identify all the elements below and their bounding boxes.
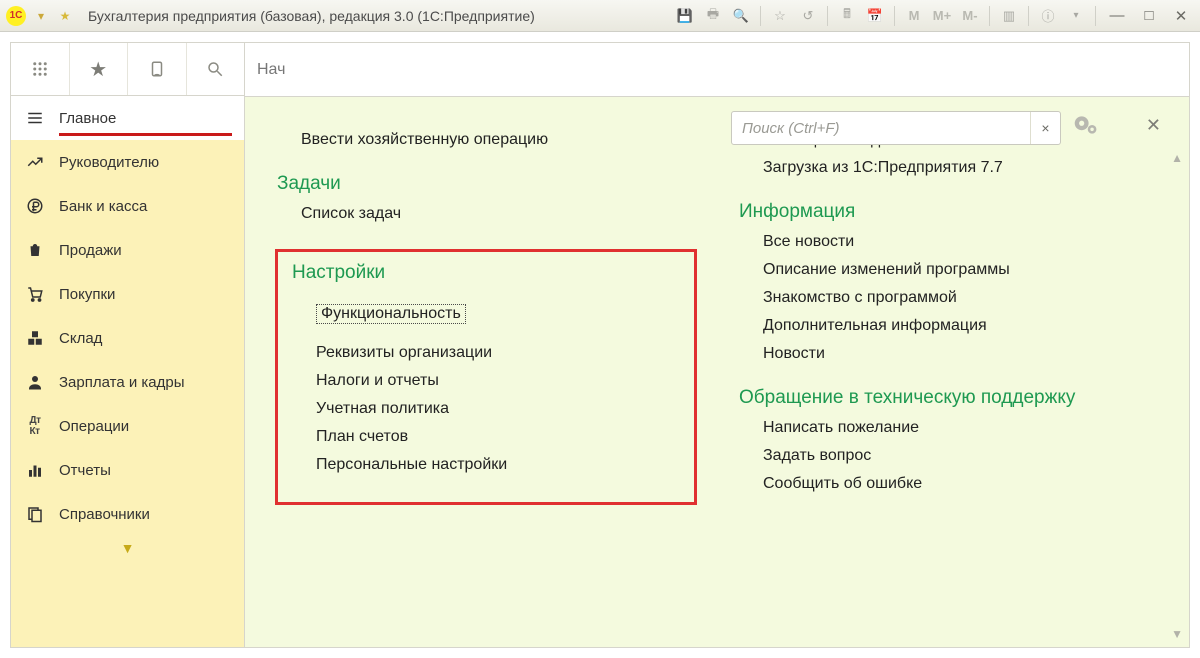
sidebar-item-label: Склад	[59, 330, 102, 347]
link-intro[interactable]: Знакомство с программой	[763, 289, 1159, 307]
person-icon	[25, 373, 45, 391]
sidebar-item-label: Покупки	[59, 286, 115, 303]
info-icon[interactable]: ⓘ	[1037, 5, 1059, 27]
sidebar-item-reports[interactable]: Отчеты	[11, 448, 244, 492]
star-small-icon[interactable]: ★	[56, 7, 74, 25]
content-body: × ✕ ▲ ▼ Ввести хозяйственную операцию За…	[245, 97, 1189, 647]
menu-lines-icon	[25, 109, 45, 127]
sidebar-item-salary[interactable]: Зарплата и кадры	[11, 360, 244, 404]
link-news[interactable]: Новости	[763, 345, 1159, 363]
search-input[interactable]	[732, 120, 1030, 137]
content-column-left: Ввести хозяйственную операцию Задачи Спи…	[275, 97, 697, 637]
section-support: Обращение в техническую поддержку	[739, 387, 1159, 409]
calendar-icon[interactable]: 📅	[864, 5, 886, 27]
settings-highlight-frame: Настройки Функциональность Реквизиты орг…	[275, 249, 697, 505]
link-chart-accounts[interactable]: План счетов	[316, 428, 664, 446]
link-functionality[interactable]: Функциональность	[316, 304, 466, 324]
sidebar-item-purchase[interactable]: Покупки	[11, 272, 244, 316]
help-dropdown-icon[interactable]: ▾	[1065, 5, 1087, 27]
search-clear-icon[interactable]: ×	[1030, 112, 1060, 144]
link-personal-settings[interactable]: Персональные настройки	[316, 456, 664, 474]
sidebar: ★ Главное Руководителю	[10, 42, 245, 648]
nav-list: Главное Руководителю Банк и касса Продаж…	[10, 96, 245, 648]
history-icon[interactable]	[128, 43, 187, 95]
sidebar-item-manager[interactable]: Руководителю	[11, 140, 244, 184]
calculator-icon[interactable]: 🖩	[836, 5, 858, 27]
sidebar-item-label: Операции	[59, 418, 129, 435]
bars-icon	[25, 461, 45, 479]
link-enter-operation[interactable]: Ввести хозяйственную операцию	[301, 131, 697, 149]
link-extra-info[interactable]: Дополнительная информация	[763, 317, 1159, 335]
search-box: ×	[731, 111, 1061, 145]
section-settings: Настройки	[292, 262, 664, 284]
app-logo-icon: 1С	[6, 6, 26, 26]
search-icon[interactable]	[187, 43, 245, 95]
folders-icon	[25, 505, 45, 523]
sidebar-item-label: Продажи	[59, 242, 122, 259]
favorite-star-icon[interactable]: ☆	[769, 5, 791, 27]
sidebar-item-label: Справочники	[59, 506, 150, 523]
apps-grid-icon[interactable]	[11, 43, 70, 95]
link-wish[interactable]: Написать пожелание	[763, 419, 1159, 437]
link-changes[interactable]: Описание изменений программы	[763, 261, 1159, 279]
link-all-news[interactable]: Все новости	[763, 233, 1159, 251]
sidebar-item-bank[interactable]: Банк и касса	[11, 184, 244, 228]
print-icon[interactable]: 🖶	[702, 5, 724, 27]
save-icon[interactable]: 💾	[674, 5, 696, 27]
tabbar: Нач	[245, 43, 1189, 97]
link-bug[interactable]: Сообщить об ошибке	[763, 475, 1159, 493]
link-import-77[interactable]: Загрузка из 1С:Предприятия 7.7	[763, 159, 1159, 177]
sidebar-item-warehouse[interactable]: Склад	[11, 316, 244, 360]
ruble-icon	[25, 197, 45, 215]
section-tasks: Задачи	[277, 173, 697, 195]
bag-icon	[25, 241, 45, 259]
star-icon[interactable]: ★	[70, 43, 129, 95]
panel-layout-icon[interactable]: ▥	[998, 5, 1020, 27]
sidebar-item-operations[interactable]: ДтКт Операции	[11, 404, 244, 448]
sidebar-item-main[interactable]: Главное	[11, 96, 244, 140]
sidebar-item-label: Отчеты	[59, 462, 111, 479]
scroll-up-icon[interactable]: ▲	[1171, 151, 1183, 165]
chart-up-icon	[25, 153, 45, 171]
link-question[interactable]: Задать вопрос	[763, 447, 1159, 465]
sidebar-toolbar: ★	[10, 42, 245, 96]
mem-m-button[interactable]: M	[903, 5, 925, 27]
gear-icon[interactable]	[1073, 114, 1099, 142]
sidebar-item-sales[interactable]: Продажи	[11, 228, 244, 272]
sidebar-item-label: Банк и касса	[59, 198, 147, 215]
sidebar-item-directories[interactable]: Справочники	[11, 492, 244, 536]
preview-icon[interactable]: 🔍	[730, 5, 752, 27]
content-column-right: Помощник ввода остатков Загрузка из 1С:П…	[737, 97, 1159, 637]
history-icon-tb[interactable]: ↺	[797, 5, 819, 27]
maximize-icon[interactable]: □	[1136, 5, 1162, 27]
minimize-icon[interactable]: —	[1104, 5, 1130, 27]
sidebar-expand-icon[interactable]: ▼	[11, 536, 244, 560]
dropdown-icon[interactable]: ▾	[32, 7, 50, 25]
link-accounting-policy[interactable]: Учетная политика	[316, 400, 664, 418]
titlebar: 1С ▾ ★ Бухгалтерия предприятия (базовая)…	[0, 0, 1200, 32]
scroll-down-icon[interactable]: ▼	[1171, 627, 1183, 641]
sidebar-item-label: Главное	[59, 110, 116, 127]
panel-close-icon[interactable]: ✕	[1146, 115, 1161, 136]
mem-mminus-button[interactable]: M-	[959, 5, 981, 27]
tab-label[interactable]: Нач	[257, 61, 285, 79]
cart-icon	[25, 285, 45, 303]
sidebar-item-label: Зарплата и кадры	[59, 374, 185, 391]
link-task-list[interactable]: Список задач	[301, 205, 697, 223]
boxes-icon	[25, 329, 45, 347]
close-window-icon[interactable]: ✕	[1168, 5, 1194, 27]
sidebar-item-label: Руководителю	[59, 154, 159, 171]
link-org-requisites[interactable]: Реквизиты организации	[316, 344, 664, 362]
mem-mplus-button[interactable]: M+	[931, 5, 953, 27]
section-info: Информация	[739, 201, 1159, 223]
link-taxes-reports[interactable]: Налоги и отчеты	[316, 372, 664, 390]
dtkt-icon: ДтКт	[25, 415, 45, 437]
content-panel: Нач × ✕ ▲ ▼ Ввести хозяйственную операци…	[245, 42, 1190, 648]
window-title: Бухгалтерия предприятия (базовая), редак…	[88, 8, 535, 24]
